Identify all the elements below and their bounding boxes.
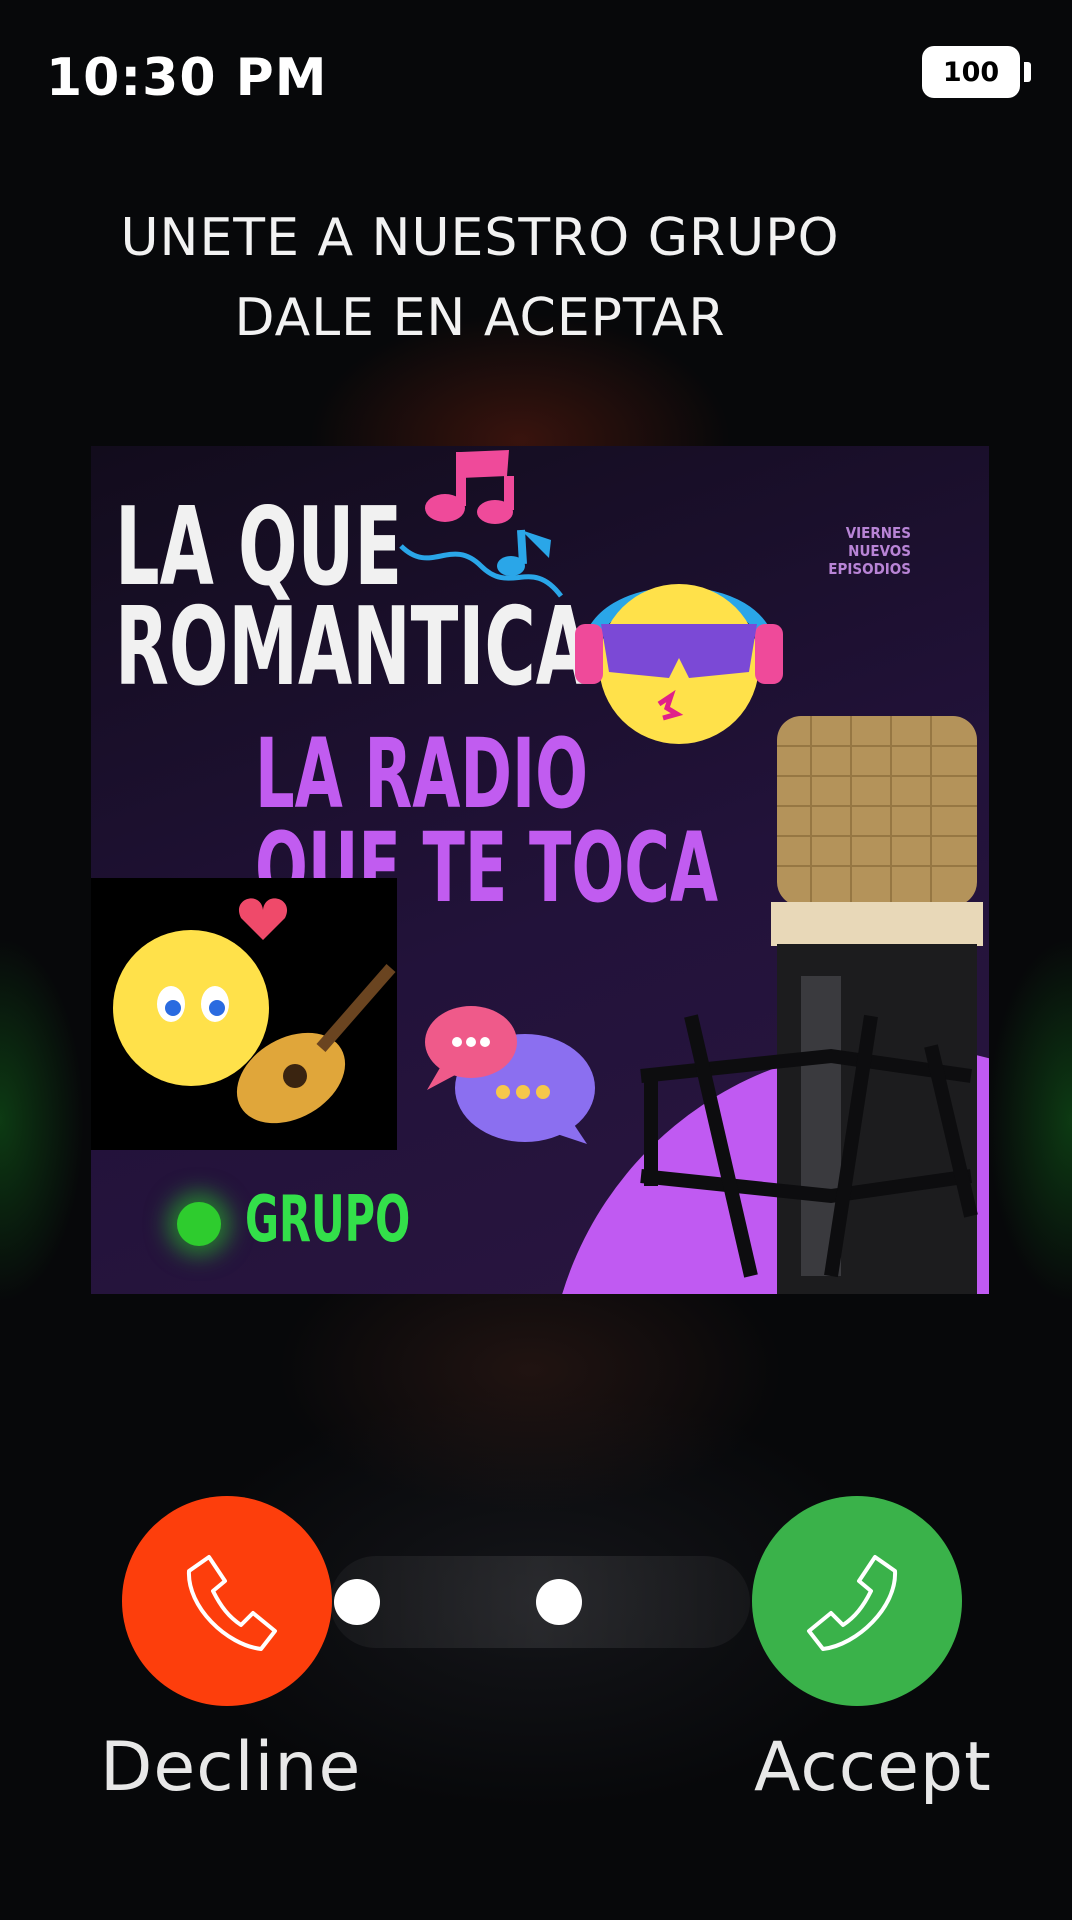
- online-status-dot: [177, 1202, 221, 1246]
- microphone-icon: [640, 716, 983, 1294]
- caller-artwork: LA QUE ROMANTICA LA RADIO QUE TE TOCA VI…: [91, 446, 989, 1294]
- phone-icon: [807, 1555, 898, 1651]
- side-note-line-2: NUEVOS: [848, 542, 911, 560]
- poster-subtitle-line-1: LA RADIO: [255, 718, 589, 830]
- poster-group-label: GRUPO: [245, 1183, 411, 1257]
- music-notes-icon: [399, 450, 563, 598]
- side-note-line-3: EPISODIOS: [828, 560, 911, 578]
- side-note-line-1: VIERNES: [845, 524, 911, 542]
- guitar-emoji-panel: [91, 878, 397, 1150]
- phone-icon: [186, 1555, 277, 1651]
- prompt-line-2: DALE EN ACEPTAR: [234, 288, 726, 348]
- accept-label: Accept: [754, 1728, 992, 1807]
- decline-label: Decline: [100, 1728, 362, 1807]
- accept-button[interactable]: [752, 1496, 962, 1706]
- battery-indicator: 100: [922, 46, 1020, 98]
- decline-button[interactable]: [122, 1496, 332, 1706]
- chat-bubbles-icon: [425, 1006, 595, 1144]
- status-time: 10:30 PM: [46, 48, 328, 108]
- slide-indicator-dot: [334, 1579, 380, 1625]
- battery-tip: [1024, 62, 1031, 82]
- guitar-emoji-icon: [113, 898, 396, 1124]
- slide-indicator-dot: [536, 1579, 582, 1625]
- prompt-line-1: UNETE A NUESTRO GRUPO: [120, 208, 840, 268]
- poster-side-note: VIERNES NUEVOS EPISODIOS: [828, 524, 911, 578]
